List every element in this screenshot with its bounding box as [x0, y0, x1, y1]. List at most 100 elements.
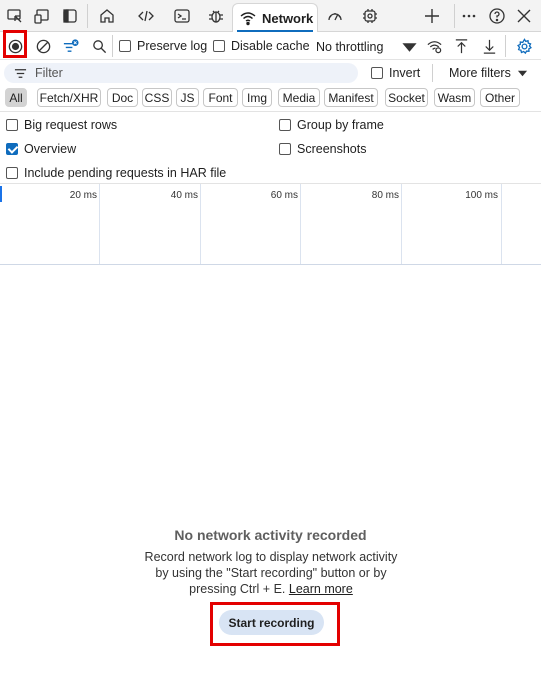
performance-gauge-icon[interactable]	[324, 5, 346, 27]
filter-input-container	[4, 63, 358, 83]
empty-state-description-text: Record network log to display network ac…	[144, 550, 398, 596]
type-filter-socket[interactable]: Socket	[385, 88, 428, 107]
disable-cache-label: Disable cache	[231, 39, 310, 53]
elements-code-icon[interactable]	[135, 5, 157, 27]
filter-row: Invert More filters	[0, 60, 541, 86]
timeline-gridline	[501, 184, 502, 264]
network-overview-timeline[interactable]: 20 ms 40 ms 60 ms 80 ms 100 ms	[0, 184, 541, 265]
timeline-gridline	[99, 184, 100, 264]
screenshots-box[interactable]	[279, 143, 291, 155]
record-button-highlight	[3, 30, 27, 58]
add-tool-plus-icon[interactable]	[421, 5, 443, 27]
screenshots-checkbox[interactable]: Screenshots	[279, 142, 366, 156]
toolbar-divider	[87, 4, 88, 28]
big-request-rows-checkbox[interactable]: Big request rows	[6, 118, 117, 132]
timeline-start-marker	[0, 186, 2, 202]
timeline-tick-label: 20 ms	[69, 190, 97, 201]
timeline-gridline	[300, 184, 301, 264]
tab-network-label: Network	[262, 10, 314, 26]
network-conditions-button[interactable]	[423, 35, 445, 57]
welcome-home-icon[interactable]	[96, 5, 118, 27]
filter-input[interactable]	[35, 66, 335, 80]
type-filter-js[interactable]: JS	[176, 88, 199, 107]
gear-icon	[516, 37, 532, 54]
timeline-tick-label: 40 ms	[170, 190, 198, 201]
devtools-tab-bar: Network	[0, 0, 541, 32]
clear-log-button[interactable]	[32, 35, 54, 57]
inspect-element-icon[interactable]	[4, 5, 26, 27]
include-pending-checkbox[interactable]: Include pending requests in HAR file	[6, 166, 226, 180]
preserve-log-label: Preserve log	[137, 39, 208, 53]
invert-checkbox-box[interactable]	[371, 67, 383, 79]
include-pending-label: Include pending requests in HAR file	[24, 166, 227, 180]
start-recording-highlight	[210, 602, 340, 646]
sources-bug-icon[interactable]	[205, 5, 227, 27]
dock-side-icon[interactable]	[59, 5, 81, 27]
overview-box-checked[interactable]	[6, 143, 18, 155]
timeline-gridline	[401, 184, 402, 264]
type-filter-other[interactable]: Other	[480, 88, 520, 107]
network-settings-pane: Big request rows Group by frame Overview…	[0, 112, 541, 184]
more-filters-label: More filters	[449, 66, 511, 80]
timeline-tick-label: 80 ms	[371, 190, 399, 201]
network-settings-button[interactable]	[513, 35, 535, 57]
overview-checkbox[interactable]: Overview	[6, 142, 76, 156]
resource-type-filters: All Fetch/XHR Doc CSS JS Font Img Media …	[0, 86, 541, 112]
throttling-select[interactable]: No throttling	[316, 39, 418, 55]
type-filter-doc[interactable]: Doc	[107, 88, 138, 107]
more-options-icon[interactable]	[458, 5, 480, 27]
disable-cache-checkbox-box[interactable]	[213, 40, 225, 52]
preserve-log-checkbox-box[interactable]	[119, 40, 131, 52]
type-filter-manifest[interactable]: Manifest	[324, 88, 378, 107]
type-filter-all[interactable]: All	[5, 88, 27, 107]
filter-lines-icon	[14, 67, 27, 80]
toolbar-divider	[454, 4, 455, 28]
timeline-tick-label: 100 ms	[465, 190, 498, 201]
type-filter-font[interactable]: Font	[203, 88, 238, 107]
big-request-rows-box[interactable]	[6, 119, 18, 131]
type-filter-fetch-xhr[interactable]: Fetch/XHR	[37, 88, 101, 107]
disable-cache-checkbox[interactable]: Disable cache	[213, 39, 310, 53]
filter-toggle-button[interactable]	[59, 35, 81, 57]
type-filter-css[interactable]: CSS	[142, 88, 172, 107]
group-by-frame-label: Group by frame	[297, 118, 384, 132]
type-filter-media[interactable]: Media	[278, 88, 320, 107]
learn-more-link[interactable]: Learn more	[289, 582, 353, 596]
export-har-button[interactable]	[478, 35, 500, 57]
clear-icon	[36, 39, 50, 53]
network-toolbar: Preserve log Disable cache No throttling	[0, 32, 541, 60]
toolbar-divider	[112, 35, 113, 57]
empty-state-title: No network activity recorded	[174, 527, 367, 543]
group-by-frame-checkbox[interactable]: Group by frame	[279, 118, 384, 132]
toolbar-divider	[505, 35, 506, 57]
invert-label: Invert	[389, 66, 421, 80]
tab-network[interactable]: Network	[232, 3, 318, 32]
overview-label: Overview	[24, 142, 77, 156]
help-icon[interactable]	[486, 5, 508, 27]
big-request-rows-label: Big request rows	[24, 118, 118, 132]
console-icon[interactable]	[171, 5, 193, 27]
memory-chip-icon[interactable]	[359, 5, 381, 27]
preserve-log-checkbox[interactable]: Preserve log	[119, 39, 207, 53]
timeline-gridline	[200, 184, 201, 264]
close-devtools-icon[interactable]	[513, 5, 535, 27]
device-emulation-icon[interactable]	[31, 5, 53, 27]
group-by-frame-box[interactable]	[279, 119, 291, 131]
type-filter-img[interactable]: Img	[242, 88, 272, 107]
empty-state-description: Record network log to display network ac…	[140, 549, 402, 597]
dropdown-arrow-icon	[517, 68, 528, 79]
toolbar-divider	[432, 64, 433, 82]
import-har-button[interactable]	[450, 35, 472, 57]
more-filters-dropdown[interactable]: More filters	[449, 66, 528, 80]
screenshots-label: Screenshots	[297, 142, 367, 156]
upload-icon	[455, 38, 467, 53]
download-icon	[483, 39, 495, 54]
throttling-value: No throttling	[316, 40, 384, 54]
filter-active-icon	[63, 38, 79, 52]
search-button[interactable]	[88, 35, 110, 57]
type-filter-wasm[interactable]: Wasm	[434, 88, 475, 107]
wifi-icon	[239, 9, 257, 27]
invert-checkbox[interactable]: Invert	[371, 66, 420, 80]
include-pending-box[interactable]	[6, 167, 18, 179]
wifi-settings-icon	[426, 40, 442, 53]
